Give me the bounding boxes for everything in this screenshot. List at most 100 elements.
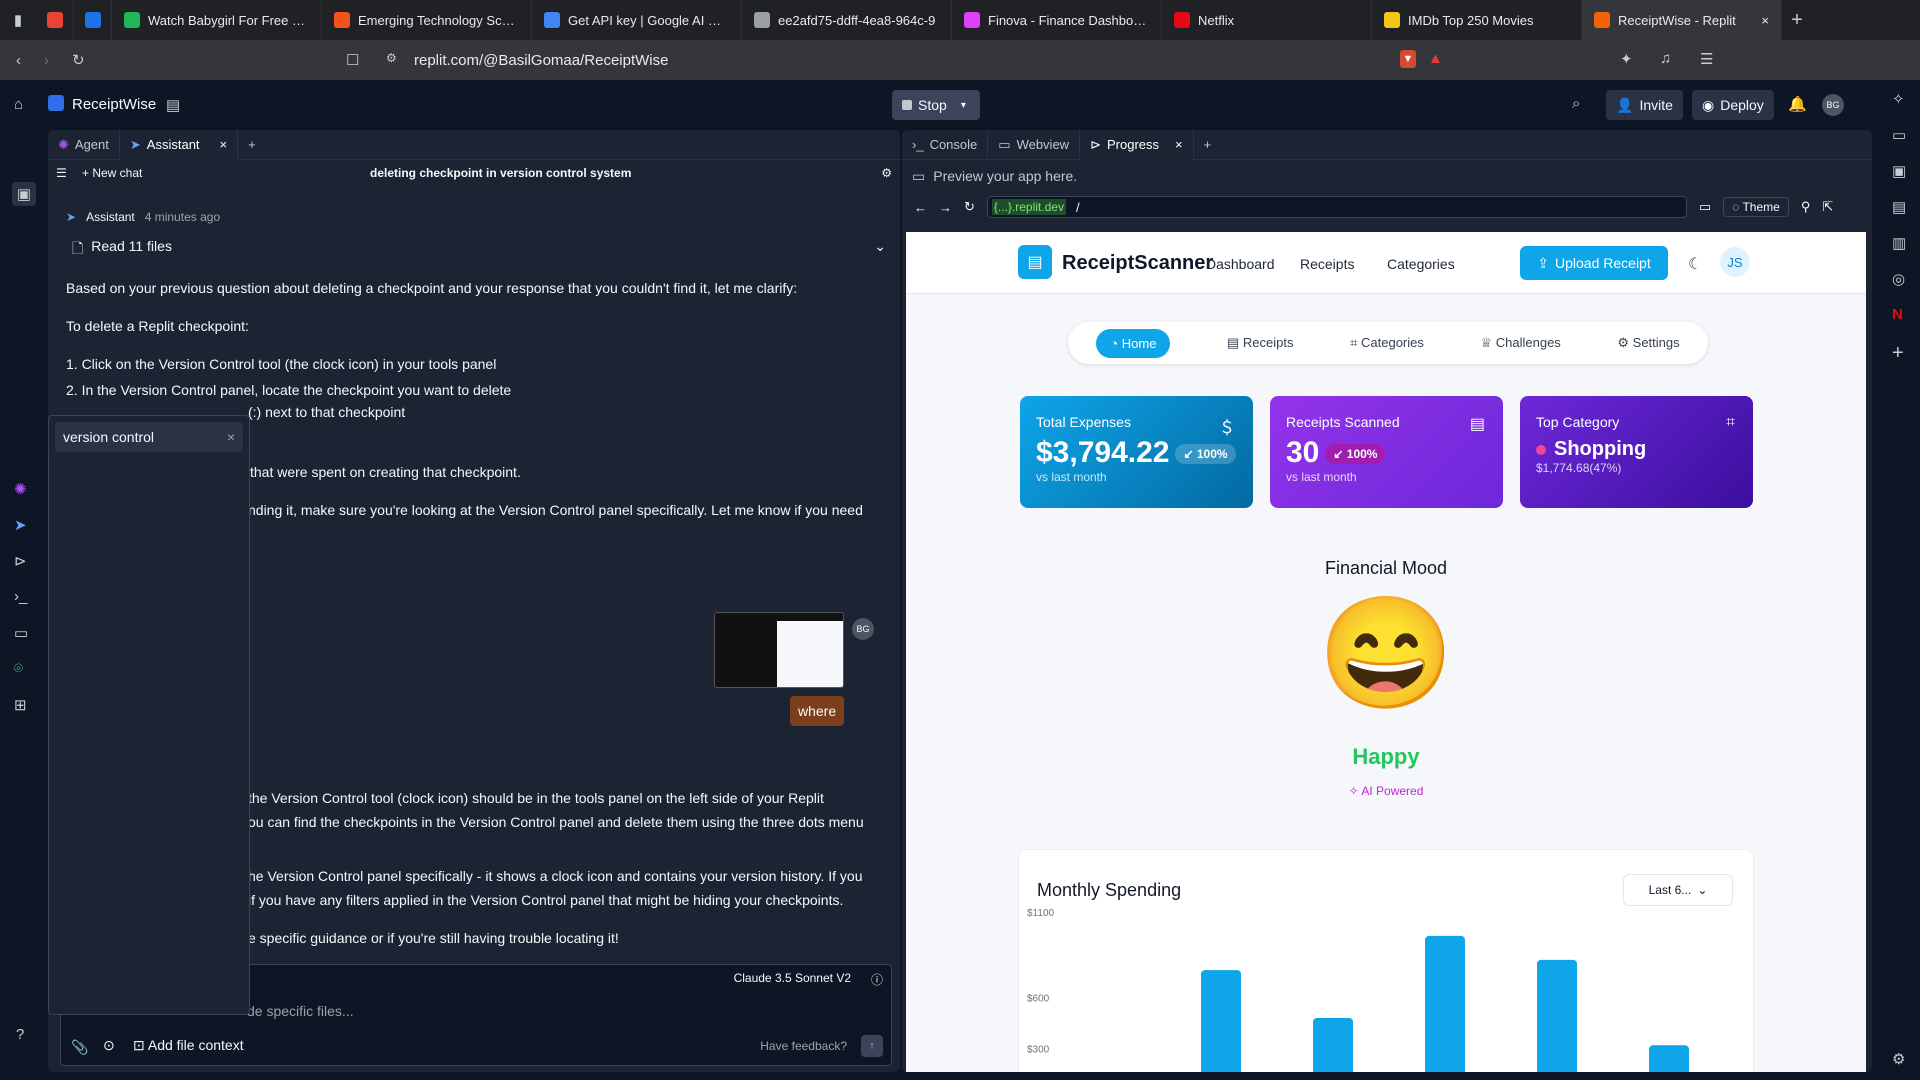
upload-receipt-button[interactable]: ⇪ Upload Receipt (1520, 246, 1668, 280)
leo-icon[interactable]: ✧ (1892, 90, 1905, 108)
target-icon[interactable]: ⊙ (103, 1037, 115, 1054)
repl-name[interactable]: ReceiptWise (72, 96, 156, 113)
files-icon[interactable]: ▣ (12, 182, 36, 206)
browser-tab[interactable]: Emerging Technology Schola (322, 0, 532, 40)
settings-icon[interactable]: ⚙ (1892, 1050, 1905, 1068)
browser-tab[interactable]: Watch Babygirl For Free Onli (112, 0, 322, 40)
tools-icon[interactable]: ⚲ (1801, 199, 1811, 215)
chat-title[interactable]: deleting checkpoint in version control s… (370, 166, 631, 180)
nav-receipts[interactable]: Receipts (1300, 256, 1354, 272)
subnav-receipts[interactable]: ▤ Receipts (1227, 335, 1293, 351)
nav-dashboard[interactable]: Dashboard (1206, 256, 1275, 272)
history-icon[interactable]: ◎ (1892, 270, 1905, 288)
subnav-settings[interactable]: ⚙ Settings (1617, 335, 1679, 351)
chat-icon[interactable]: ▭ (1892, 126, 1906, 144)
reload-icon[interactable]: ↻ (964, 199, 975, 215)
avatar[interactable]: BG (1822, 94, 1844, 116)
forward-icon[interactable]: › (44, 52, 49, 69)
browser-tab[interactable]: IMDb Top 250 Movies (1372, 0, 1582, 40)
browser-tab[interactable]: ee2afd75-ddff-4ea8-964c-9 (742, 0, 952, 40)
back-icon[interactable]: ‹ (16, 52, 21, 69)
chevron-down-icon[interactable]: ▾ (961, 100, 966, 111)
chat-list-icon[interactable]: ☰ (56, 166, 67, 180)
home-icon[interactable]: ⌂ (14, 96, 23, 113)
bell-icon[interactable]: 🔔 (1788, 95, 1807, 113)
settings-icon[interactable]: ⚙ (881, 166, 892, 180)
tool-search-input[interactable]: version control × (55, 422, 243, 452)
add-context-button[interactable]: ⊡ Add file context (133, 1037, 244, 1054)
user-avatar[interactable]: JS (1720, 247, 1750, 277)
sidebar-toggle-icon[interactable]: ▮ (0, 11, 36, 29)
clear-icon[interactable]: × (227, 429, 235, 445)
read-files-row[interactable]: 🗋 Read 11 files ⌄ (72, 238, 886, 262)
moon-icon[interactable]: ☾ (1688, 254, 1702, 274)
stop-button[interactable]: Stop ▾ (892, 90, 980, 120)
screenshot-thumbnail[interactable] (714, 612, 844, 688)
reload-icon[interactable]: ↻ (72, 51, 85, 69)
model-selector[interactable]: Claude 3.5 Sonnet V2 (734, 971, 851, 985)
devtools-icon[interactable]: ▭ (1699, 199, 1711, 215)
bookmarks-icon[interactable]: ▤ (1892, 198, 1906, 216)
brand-name[interactable]: ReceiptScanner (1062, 252, 1213, 275)
feedback-link[interactable]: Have feedback? (760, 1039, 847, 1053)
new-tab-button[interactable]: + (1194, 130, 1222, 160)
close-tab-icon[interactable]: × (1761, 13, 1769, 28)
webview-icon[interactable]: ▭ (14, 624, 28, 642)
tab-assistant[interactable]: ➤ Assistant × (119, 129, 239, 160)
browser-tab[interactable]: Finova - Finance Dashboard (952, 0, 1162, 40)
new-tab-icon[interactable]: + (1782, 9, 1812, 32)
chat-input-placeholder[interactable]: de specific files... (247, 1003, 354, 1019)
tab-webview[interactable]: ▭ Webview (988, 129, 1081, 160)
spending-bar[interactable] (1313, 1017, 1353, 1072)
external-link-icon[interactable]: ⇱ (1822, 199, 1833, 215)
browser-tab[interactable] (74, 0, 112, 40)
bookmark-icon[interactable]: ☐ (346, 51, 359, 69)
subnav-challenges[interactable]: ♕ Challenges (1480, 335, 1560, 351)
progress-icon[interactable]: ⊳ (14, 552, 27, 570)
nav-categories[interactable]: Categories (1387, 256, 1455, 272)
extensions-icon[interactable]: ✦ (1620, 50, 1633, 68)
assistant-icon[interactable]: ➤ (14, 516, 27, 534)
brave-shield-icon[interactable]: ▼ (1400, 50, 1416, 68)
music-icon[interactable]: ♫ (1660, 50, 1671, 67)
attach-icon[interactable]: 📎 (71, 1039, 88, 1056)
webview-url-input[interactable]: {...}.replit.dev / (986, 196, 1687, 218)
console-icon[interactable]: ›_ (14, 588, 27, 605)
theme-button[interactable]: ◌ Theme (1723, 197, 1789, 217)
spending-bar[interactable] (1649, 1045, 1689, 1072)
browser-tab[interactable]: ReceiptWise - Replit × (1582, 0, 1782, 40)
spending-bar[interactable] (1201, 970, 1241, 1072)
spending-bar[interactable] (1425, 935, 1465, 1072)
forward-icon[interactable]: → (939, 200, 952, 215)
info-icon[interactable]: ⓘ (871, 971, 883, 988)
deploy-button[interactable]: ◉ Deploy (1692, 90, 1774, 120)
wallet-icon[interactable]: ▣ (1892, 162, 1906, 180)
help-icon[interactable]: ? (16, 1026, 24, 1043)
invite-button[interactable]: 👤 Invite (1606, 90, 1683, 120)
browser-tab[interactable] (36, 0, 74, 40)
search-icon[interactable]: ⌕ (1572, 95, 1580, 112)
add-icon[interactable]: + (1892, 342, 1904, 365)
close-icon[interactable]: × (1175, 137, 1183, 152)
rewards-icon[interactable]: ▲ (1428, 50, 1443, 67)
deploy-tool-icon[interactable]: ⌾ (14, 660, 23, 677)
send-icon[interactable]: ↑ (861, 1035, 883, 1057)
back-icon[interactable]: ← (914, 200, 927, 215)
all-tools-icon[interactable]: ⊞ (14, 696, 27, 714)
reading-list-icon[interactable]: ▥ (1892, 234, 1906, 252)
site-info-icon[interactable]: ⚙ (386, 51, 397, 65)
tab-agent[interactable]: ✺ Agent (48, 129, 120, 160)
netflix-icon[interactable]: N (1892, 306, 1903, 323)
new-tab-button[interactable]: + (238, 130, 266, 160)
agent-icon[interactable]: ✺ (14, 480, 27, 498)
chevron-down-icon[interactable]: ⌄ (874, 238, 886, 262)
tab-console[interactable]: ›_ Console (902, 129, 989, 160)
browser-tab[interactable]: Get API key | Google AI Studi (532, 0, 742, 40)
browser-tab[interactable]: Netflix (1162, 0, 1372, 40)
subnav-categories[interactable]: ⌗ Categories (1350, 335, 1424, 351)
repl-menu-icon[interactable]: ▤ (166, 96, 180, 114)
spending-bar[interactable] (1537, 959, 1577, 1072)
url-text[interactable]: replit.com/@BasilGomaa/ReceiptWise (414, 52, 668, 69)
new-chat-button[interactable]: + New chat (82, 166, 142, 180)
tab-progress[interactable]: ⊳ Progress × (1080, 129, 1194, 160)
